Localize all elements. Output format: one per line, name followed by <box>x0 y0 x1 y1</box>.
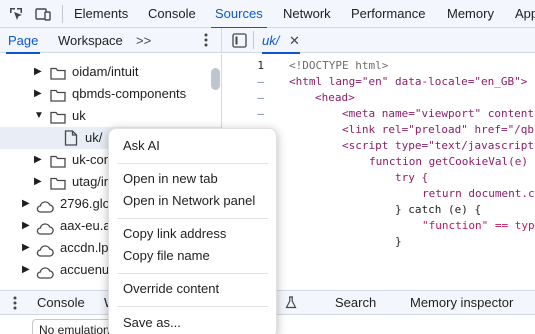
toolbar-divider <box>62 5 63 23</box>
menu-item-open-network-panel[interactable]: Open in Network panel <box>123 193 255 208</box>
expand-arrow-icon[interactable]: ▶ <box>34 83 44 105</box>
close-icon[interactable]: ✕ <box>289 33 300 48</box>
menu-item-override-content[interactable]: Override content <box>123 281 219 296</box>
tree-item-label: utag/in <box>72 174 112 189</box>
tree-scrollbar-thumb[interactable] <box>211 68 220 90</box>
expand-arrow-icon[interactable]: ▶ <box>34 171 44 193</box>
menu-item-ask-ai[interactable]: Ask AI <box>123 138 160 153</box>
code-line: <link rel="preload" href="/qb <box>342 123 535 136</box>
menu-separator <box>117 218 268 219</box>
tree-item-label: accdn.lp <box>60 240 109 255</box>
line-number: 1 <box>257 59 264 72</box>
navigator-menu-icon[interactable] <box>203 32 209 48</box>
line-number: – <box>257 107 264 120</box>
tab-application[interactable]: App <box>511 0 535 28</box>
code-line: "function" == typ <box>422 219 535 232</box>
menu-item-copy-file-name[interactable]: Copy file name <box>123 248 210 263</box>
code-line: return document.c <box>422 187 535 200</box>
tab-network[interactable]: Network <box>279 0 335 28</box>
menu-separator <box>117 163 268 164</box>
context-menu: Ask AI Open in new tab Open in Network p… <box>108 128 277 334</box>
tab-console[interactable]: Console <box>144 0 200 28</box>
tab-elements[interactable]: Elements <box>70 0 132 28</box>
tab-page-label: Page <box>8 33 39 48</box>
editor-file-tab[interactable]: uk/ ✕ <box>262 28 300 54</box>
drawer-menu-icon[interactable] <box>12 295 18 316</box>
expand-arrow-icon[interactable]: ▶ <box>22 215 32 237</box>
line-number: – <box>257 75 264 88</box>
tab-workspace[interactable]: Workspace <box>58 28 123 53</box>
tree-item-label: uk <box>72 108 86 123</box>
devtools-toolbar: Elements Console Sources Network Perform… <box>0 0 535 29</box>
code-line: } <box>395 235 402 248</box>
cloud-icon <box>36 264 54 286</box>
expand-arrow-icon[interactable]: ▶ <box>22 193 32 215</box>
menu-item-open-new-tab[interactable]: Open in new tab <box>123 171 218 186</box>
code-line: <head> <box>315 91 355 104</box>
code-line: <!DOCTYPE html> <box>289 59 389 72</box>
drawer-tab-memory-inspector[interactable]: Memory inspector <box>410 291 513 315</box>
tree-item-label: qbmds-components <box>72 86 187 101</box>
drawer-tab-search[interactable]: Search <box>335 291 376 315</box>
tree-item-label: aax-eu.a <box>60 218 111 233</box>
expand-arrow-icon[interactable]: ▶ <box>34 149 44 171</box>
code-line: <html lang="en" data-locale="en_GB"> <box>289 75 528 88</box>
tree-item-folder[interactable]: ▶ qbmds-components <box>0 83 221 105</box>
menu-separator <box>117 306 268 307</box>
navigator-tabbar: Page Workspace >> <box>0 28 222 54</box>
code-line: <script type="text/javascript <box>342 139 535 152</box>
tree-item-label: uk/ <box>85 130 103 145</box>
code-line: <meta name="viewport" content <box>342 107 535 120</box>
tree-item-folder-expanded[interactable]: ▼ uk <box>0 105 221 127</box>
more-tabs-button[interactable]: >> <box>136 28 151 53</box>
tree-item-label: oidam/intuit <box>72 64 139 79</box>
menu-item-copy-link-address[interactable]: Copy link address <box>123 226 226 241</box>
editor-file-tab-label: uk/ <box>262 33 280 48</box>
menu-separator <box>117 273 268 274</box>
tab-page[interactable]: Page <box>6 28 41 54</box>
expand-arrow-icon[interactable]: ▶ <box>34 61 44 83</box>
tree-item-folder[interactable]: ▶ oidam/intuit <box>0 61 221 83</box>
toggle-navigator-icon[interactable] <box>232 33 247 53</box>
code-line: try { <box>395 171 429 184</box>
drawer-tab-console[interactable]: Console <box>37 291 85 315</box>
tab-performance[interactable]: Performance <box>347 0 429 28</box>
flask-icon <box>285 296 297 314</box>
editor-tabbar: uk/ ✕ <box>222 28 535 54</box>
line-number: – <box>257 91 264 104</box>
expand-arrow-icon[interactable]: ▶ <box>22 259 32 281</box>
tab-memory[interactable]: Memory <box>443 0 498 28</box>
code-line: } catch (e) { <box>395 203 482 216</box>
code-line: function getCookieVal(e) <box>369 155 528 168</box>
tree-item-label: 2796.glo <box>60 196 110 211</box>
expand-arrow-icon[interactable]: ▶ <box>22 237 32 259</box>
tree-item-label: accuenu <box>60 262 110 277</box>
toolbar-divider <box>253 31 254 49</box>
menu-item-save-as[interactable]: Save as... <box>123 315 181 330</box>
inspect-element-icon[interactable] <box>8 6 24 22</box>
tab-sources[interactable]: Sources <box>211 0 267 29</box>
tab-sources-label: Sources <box>215 6 263 21</box>
collapse-arrow-icon[interactable]: ▼ <box>34 105 44 127</box>
device-toolbar-icon[interactable] <box>35 6 51 22</box>
tree-item-label: uk-con <box>72 152 112 167</box>
